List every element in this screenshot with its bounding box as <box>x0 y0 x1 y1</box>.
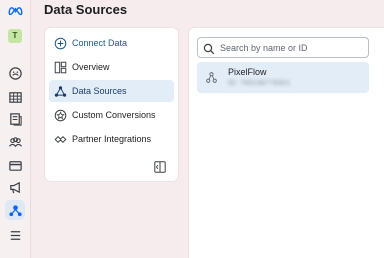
nav-item-label: Overview <box>72 62 110 72</box>
pages-catalog-icon[interactable] <box>5 109 25 129</box>
data-sources-panel: PixelFlow ID: 795238779301 <box>189 28 384 258</box>
nav-item-label: Custom Conversions <box>72 110 156 120</box>
search-icon <box>203 42 215 54</box>
nav-item-partner-integrations[interactable]: Partner Integrations <box>49 128 174 150</box>
search-box[interactable] <box>197 37 369 58</box>
add-circle-icon <box>53 36 67 50</box>
collapse-panel-icon[interactable] <box>154 160 166 173</box>
nav-item-label: Data Sources <box>72 86 127 96</box>
billing-card-icon[interactable] <box>5 155 25 175</box>
nav-item-overview[interactable]: Overview <box>49 56 174 78</box>
navigation-card: Connect Data Overview Data Sources Custo… <box>45 28 178 181</box>
menu-icon[interactable] <box>5 225 25 245</box>
table-grid-icon[interactable] <box>5 87 25 107</box>
data-source-id: ID: 795238779301 <box>228 80 291 87</box>
data-source-name: PixelFlow <box>228 67 267 77</box>
meta-logo-icon[interactable] <box>5 0 25 20</box>
custom-conversions-icon <box>53 108 67 122</box>
nav-item-label: Partner Integrations <box>72 134 152 144</box>
left-rail: T <box>0 0 31 258</box>
pixel-source-icon <box>205 71 218 84</box>
overview-icon <box>53 60 67 74</box>
account-avatar[interactable]: T <box>8 29 22 43</box>
connect-data-label: Connect Data <box>72 38 128 48</box>
data-source-row[interactable]: PixelFlow ID: 795238779301 <box>197 62 369 93</box>
events-manager-icon[interactable] <box>5 200 25 220</box>
nav-item-custom-conversions[interactable]: Custom Conversions <box>49 104 174 126</box>
partner-integrations-icon <box>53 132 67 146</box>
audiences-people-icon[interactable] <box>5 132 25 152</box>
page-title: Data Sources <box>44 2 128 17</box>
data-sources-icon <box>53 84 67 98</box>
dashboard-gauge-icon[interactable] <box>5 63 25 83</box>
connect-data-button[interactable]: Connect Data <box>49 32 174 54</box>
search-input[interactable] <box>220 42 360 53</box>
megaphone-icon[interactable] <box>5 177 25 197</box>
nav-item-data-sources[interactable]: Data Sources <box>49 80 174 102</box>
